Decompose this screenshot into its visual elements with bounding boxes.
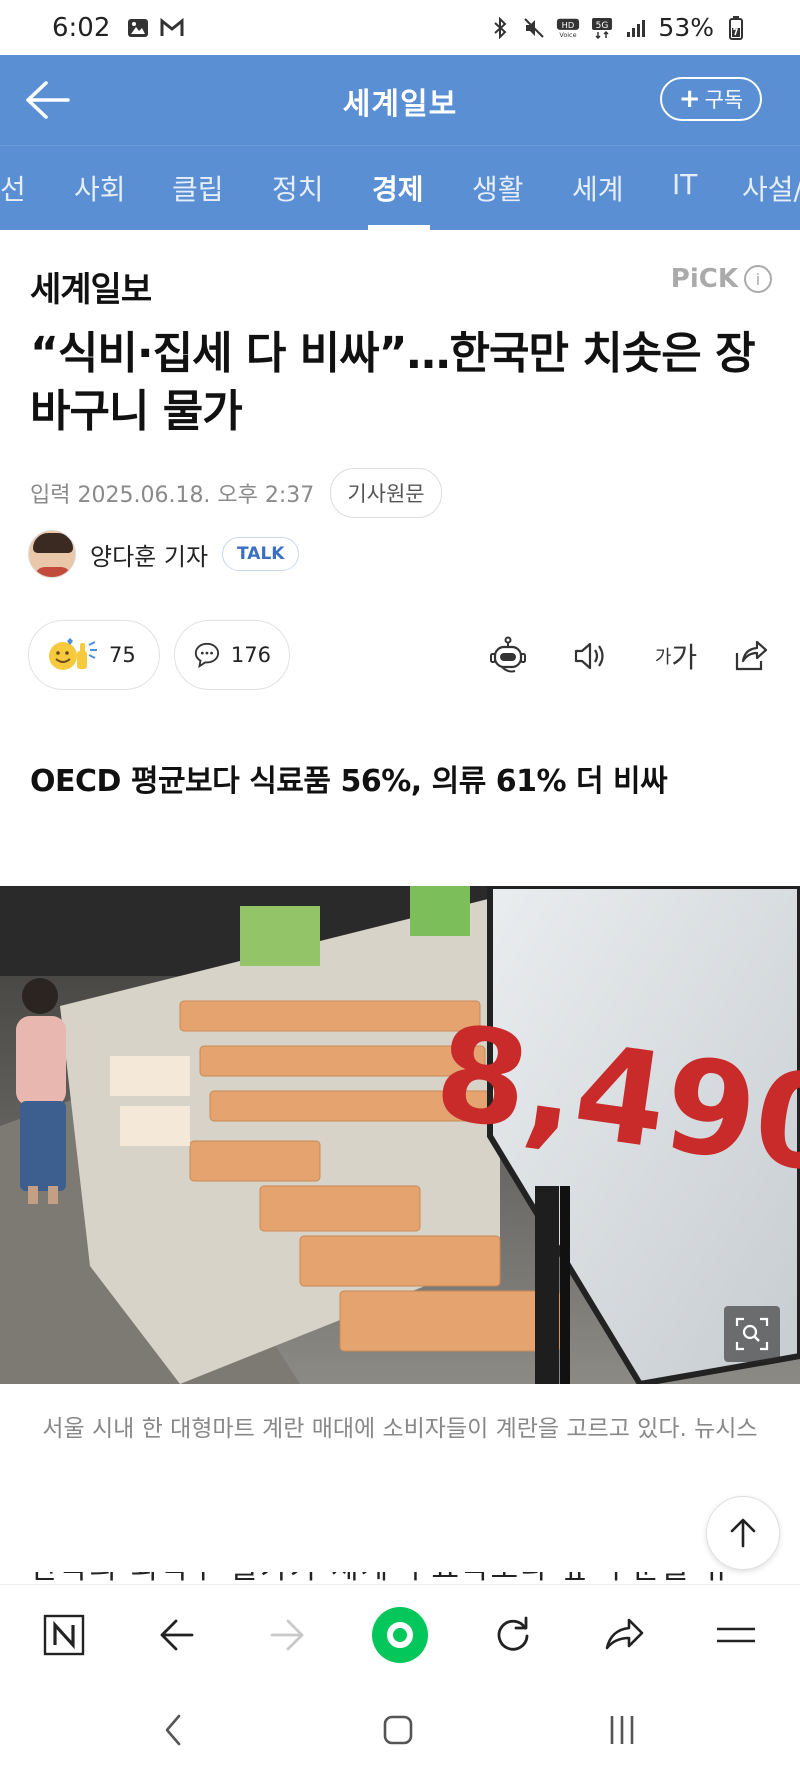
share-button[interactable] (728, 634, 772, 678)
tab-it[interactable]: IT (672, 168, 697, 201)
arrow-up-icon (730, 1518, 756, 1548)
browser-toolbar (0, 1584, 800, 1684)
gmail-icon (160, 17, 184, 39)
status-time: 6:02 (52, 12, 111, 43)
category-tabs: 선 사회 클립 정치 경제 생활 세계 IT 사설/ (0, 145, 800, 230)
scroll-to-top-button[interactable] (706, 1496, 780, 1570)
magnify-icon (735, 1317, 769, 1351)
tab-editorial[interactable]: 사설/ (742, 168, 800, 208)
tab-world[interactable]: 세계 (572, 168, 624, 208)
tts-button[interactable] (568, 634, 612, 678)
naver-home-button[interactable] (38, 1609, 90, 1661)
subscribe-label: 구독 (704, 88, 744, 112)
article-photo[interactable]: 8,490 (0, 886, 800, 1384)
share-icon (735, 640, 768, 671)
system-recents-button[interactable] (598, 1706, 646, 1754)
active-tab-indicator (368, 225, 430, 230)
naver-icon (43, 1614, 85, 1656)
published-date: 입력 2025.06.18. 오후 2:37 (30, 483, 315, 508)
signal-icon (624, 17, 648, 39)
reporter-name[interactable]: 양다훈 기자 (90, 537, 208, 572)
refresh-icon (497, 1616, 529, 1651)
system-home-button[interactable] (374, 1706, 422, 1754)
comment-button[interactable]: 176 (174, 620, 290, 690)
green-dot-icon (372, 1607, 428, 1663)
menu-button[interactable] (710, 1609, 762, 1661)
article-subheadline: OECD 평균보다 식료품 56%, 의류 61% 더 비싸 (30, 764, 668, 799)
refresh-button[interactable] (486, 1609, 538, 1661)
chevron-left-icon (165, 1714, 181, 1746)
font-size-button[interactable]: 가가 (646, 634, 706, 678)
pick-label: PiCK (670, 264, 738, 294)
home-square-icon (383, 1715, 413, 1745)
reaction-emoji-icon (49, 638, 97, 670)
battery-icon (724, 15, 748, 40)
tab-politics[interactable]: 정치 (272, 168, 324, 208)
svg-text:5G: 5G (596, 21, 609, 31)
article-headline: “식비·집세 다 비싸”…한국만 치솟은 장바구니 물가 (30, 328, 756, 437)
reaction-button[interactable]: 75 (28, 620, 160, 690)
reaction-count: 75 (109, 643, 136, 667)
image-icon (126, 17, 150, 39)
original-article-button[interactable]: 기사원문 (330, 468, 442, 518)
browser-share-button[interactable] (598, 1609, 650, 1661)
tab-economy[interactable]: 경제 (372, 168, 424, 208)
reporter-avatar[interactable] (28, 530, 76, 578)
recents-icon (610, 1716, 634, 1744)
ai-summary-button[interactable] (486, 634, 530, 678)
robot-icon (490, 636, 526, 673)
comment-count: 176 (230, 643, 271, 667)
article-action-row: 75 176 가가 (28, 620, 772, 692)
tab-living[interactable]: 생활 (472, 168, 524, 208)
comment-icon (194, 642, 220, 669)
tab-prev-partial[interactable]: 선 (0, 168, 26, 208)
hd-voice-icon: HD Voice (556, 17, 580, 39)
tab-clip[interactable]: 클립 (172, 168, 224, 208)
share-arrow-icon (605, 1618, 644, 1650)
mute-icon (522, 17, 546, 39)
font-size-small-label: 가 (654, 647, 672, 668)
info-icon[interactable]: i (744, 265, 772, 293)
green-dot-button[interactable] (370, 1605, 430, 1665)
system-navigation-bar (0, 1684, 800, 1778)
photo-zoom-button[interactable] (724, 1306, 780, 1362)
talk-button[interactable]: TALK (222, 537, 300, 571)
app-header: 세계일보 + 구독 (0, 55, 800, 145)
5g-icon: 5G (590, 17, 614, 39)
arrow-right-icon (270, 1619, 304, 1651)
reporter-info[interactable]: 양다훈 기자 TALK (28, 530, 300, 578)
browser-back-button[interactable] (150, 1609, 202, 1661)
arrow-left-icon (160, 1619, 194, 1651)
system-back-button[interactable] (150, 1706, 198, 1754)
bluetooth-icon (488, 16, 512, 39)
article-body-partial: 한국의 외식주 물가가 세계 주요국보다 높 수준을 유 (30, 1572, 770, 1584)
plus-icon: + (678, 84, 701, 114)
status-bar: 6:02 HD Voice 5G 53% (0, 0, 800, 55)
svg-text:HD: HD (562, 20, 575, 30)
article-meta: 입력 2025.06.18. 오후 2:37 기사원문 (30, 468, 442, 518)
browser-forward-button[interactable] (262, 1609, 314, 1661)
press-logo[interactable]: 세계일보 (30, 262, 152, 311)
supermarket-egg-aisle-image: 8,490 (0, 886, 800, 1384)
battery-percent: 53% (658, 13, 714, 42)
font-size-large-label: 가 (671, 641, 698, 674)
speaker-icon (574, 642, 604, 670)
photo-caption: 서울 시내 한 대형마트 계란 매대에 소비자들이 계란을 고르고 있다. 뉴시… (42, 1416, 758, 1442)
svg-text:Voice: Voice (560, 31, 577, 39)
tab-society[interactable]: 사회 (74, 168, 126, 208)
subscribe-button[interactable]: + 구독 (660, 77, 762, 121)
hamburger-icon (717, 1627, 755, 1643)
pick-badge[interactable]: PiCK i (671, 264, 772, 294)
